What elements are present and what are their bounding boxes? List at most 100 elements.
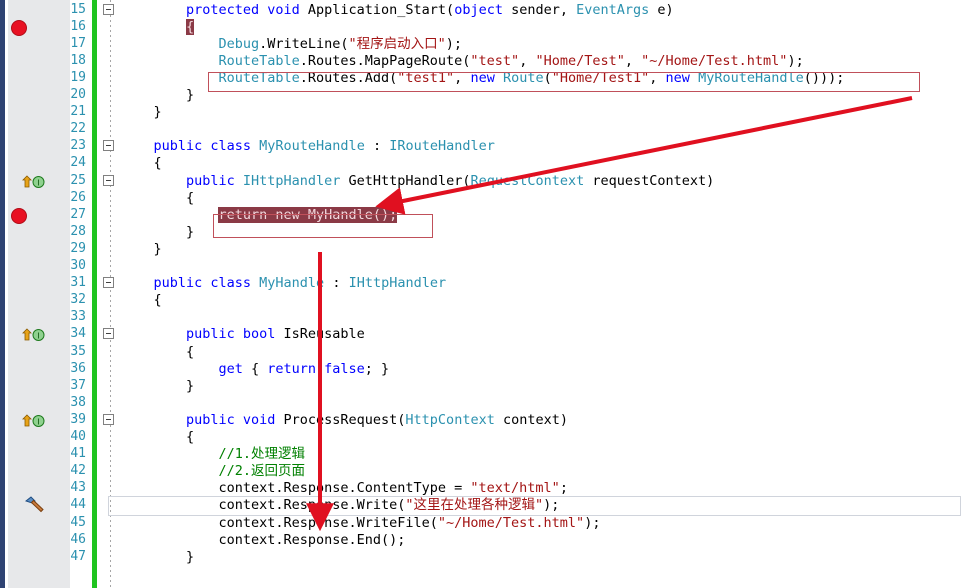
code-token-kw: class [210, 138, 260, 155]
line-code-text[interactable]: public IHttpHandler GetHttpHandler(Reque… [121, 173, 714, 190]
line-number: 30 [70, 258, 86, 273]
code-token-kw: return [267, 360, 325, 377]
code-line-row[interactable]: 23 public class MyRouteHandle : IRouteHan… [0, 138, 961, 155]
breakpoint-icon[interactable] [11, 19, 27, 36]
code-line-row[interactable]: 24 { [0, 155, 961, 172]
code-line-row[interactable]: 36 get { return false; } [0, 361, 961, 378]
code-line-row[interactable]: 26 { [0, 190, 961, 207]
code-line-row[interactable]: 16{ [0, 18, 961, 36]
breakpoint-icon[interactable] [11, 207, 27, 224]
code-line-row[interactable]: 18 RouteTable.Routes.MapPageRoute("test",… [0, 53, 961, 70]
code-token-type: MyHandle [259, 275, 325, 292]
line-code-text[interactable]: public bool IsReusable [121, 326, 365, 343]
line-code-text[interactable]: //2.返回页面 [121, 463, 305, 480]
code-token-pun: context) [494, 411, 568, 428]
line-code-text[interactable]: get { return false; } [121, 361, 389, 378]
line-code-text[interactable]: } [121, 104, 161, 121]
line-number: 46 [70, 531, 86, 547]
code-line-row[interactable]: 32 { [0, 292, 961, 309]
line-code-text[interactable]: { [121, 344, 194, 361]
code-token-kw: class [210, 275, 260, 292]
code-token-kw: void [242, 411, 284, 428]
code-line-row[interactable]: 41 //1.处理逻辑 [0, 446, 961, 463]
code-line-row[interactable]: 31 public class MyHandle : IHttpHandler [0, 275, 961, 292]
line-code-text[interactable]: } [121, 87, 194, 104]
line-code-text[interactable]: context.Response.ContentType = "text/htm… [121, 480, 568, 497]
line-code-text[interactable]: protected void Application_Start(object … [121, 2, 674, 19]
line-code-text[interactable]: } [121, 224, 194, 241]
code-line-row[interactable]: 35 { [0, 344, 961, 361]
line-code-text[interactable]: public class MyHandle : IHttpHandler [121, 275, 446, 292]
fold-collapse-icon[interactable] [103, 328, 114, 340]
line-number: 20 [70, 87, 86, 102]
code-token-str: "~/Home/Test.html" [641, 52, 788, 69]
code-line-row[interactable]: 34 public bool IsReusable [0, 326, 961, 343]
code-line-row[interactable]: 37} [0, 378, 961, 395]
code-token-type: RouteTable [218, 52, 300, 69]
code-token-pun: ); [584, 514, 601, 531]
implements-interface-icon[interactable]: I [22, 413, 48, 427]
code-line-row[interactable]: 27 return new MyHandle(); [0, 206, 961, 224]
code-line-row[interactable]: 28} [0, 224, 961, 241]
line-code-text[interactable]: } [121, 549, 194, 566]
code-line-row[interactable]: 47} [0, 549, 961, 566]
code-line-row[interactable]: 38 [0, 395, 961, 412]
line-code-text[interactable]: } [121, 378, 194, 395]
line-code-text[interactable]: { [121, 292, 161, 309]
code-line-row[interactable]: 22 [0, 121, 961, 138]
code-token-kw: void [267, 1, 308, 18]
code-token-kw: protected [185, 1, 268, 18]
code-token-pun: requestContext) [584, 172, 715, 189]
code-line-row[interactable]: 30 [0, 258, 961, 275]
code-line-row[interactable]: 46 context.Response.End(); [0, 532, 961, 549]
fold-collapse-icon[interactable] [103, 3, 114, 15]
code-line-row[interactable]: 25 public IHttpHandler GetHttpHandler(Req… [0, 173, 961, 190]
line-code-text[interactable]: { [121, 190, 194, 207]
code-line-row[interactable]: 33 [0, 309, 961, 326]
code-editor[interactable]: 15 protected void Application_Start(objec… [0, 0, 961, 588]
code-token-type: HttpContext [405, 411, 495, 428]
code-line-row[interactable]: 21} [0, 104, 961, 121]
line-code-text[interactable]: public void ProcessRequest(HttpContext c… [121, 412, 568, 429]
code-line-row[interactable]: 17 Debug.WriteLine("程序启动入口"); [0, 36, 961, 53]
fold-collapse-icon[interactable] [103, 174, 114, 186]
code-token-pun: : [324, 275, 349, 292]
code-line-row[interactable]: 40 { [0, 429, 961, 446]
fold-collapse-icon[interactable] [103, 140, 114, 152]
code-token-pun: } [185, 377, 195, 394]
fold-collapse-icon[interactable] [103, 413, 114, 425]
code-line-row[interactable]: 43 context.Response.ContentType = "text/h… [0, 480, 961, 497]
line-code-text[interactable]: context.Response.WriteFile("~/Home/Test.… [121, 515, 600, 532]
code-line-row[interactable]: 15 protected void Application_Start(objec… [0, 2, 961, 19]
line-code-text[interactable]: context.Response.End(); [121, 532, 405, 549]
implements-interface-icon[interactable]: I [22, 327, 48, 342]
implements-interface-icon[interactable]: I [22, 174, 48, 188]
line-code-text[interactable]: Debug.WriteLine("程序启动入口"); [121, 36, 462, 53]
line-code-text[interactable]: { [121, 155, 161, 172]
code-token-pun: , [624, 52, 642, 69]
line-code-text[interactable]: //1.处理逻辑 [121, 446, 305, 463]
code-token-pun: , [519, 52, 536, 69]
code-token-cmt: //1.处理逻辑 [218, 446, 305, 463]
line-code-text[interactable]: } [121, 241, 161, 258]
line-number: 31 [70, 275, 86, 291]
code-token-pun: IsReusable [283, 326, 365, 343]
fold-collapse-icon[interactable] [103, 277, 114, 289]
code-line-row[interactable]: 45 context.Response.WriteFile("~/Home/Tes… [0, 515, 961, 532]
code-token-pun: context.Response.ContentType = [218, 480, 471, 497]
code-token-pun: .WriteLine( [259, 35, 349, 52]
code-token-kw: public [153, 138, 211, 155]
code-token-pun: Application_Start( [307, 1, 455, 18]
code-token-pun: } [185, 548, 195, 565]
code-line-row[interactable]: 39 public void ProcessRequest(HttpContext… [0, 412, 961, 429]
line-code-text[interactable]: RouteTable.Routes.MapPageRoute("test", "… [121, 52, 803, 70]
line-code-text[interactable]: { [121, 18, 195, 36]
line-number: 32 [70, 292, 86, 308]
line-code-text[interactable]: { [121, 429, 194, 446]
code-token-pun: } [185, 223, 195, 240]
code-token-pun: .Routes.MapPageRoute( [299, 52, 471, 69]
line-code-text[interactable]: public class MyRouteHandle : IRouteHandl… [121, 138, 494, 155]
code-line-row[interactable]: 42 //2.返回页面 [0, 463, 961, 480]
build-hammer-icon[interactable] [24, 496, 46, 514]
code-line-row[interactable]: 29} [0, 241, 961, 258]
